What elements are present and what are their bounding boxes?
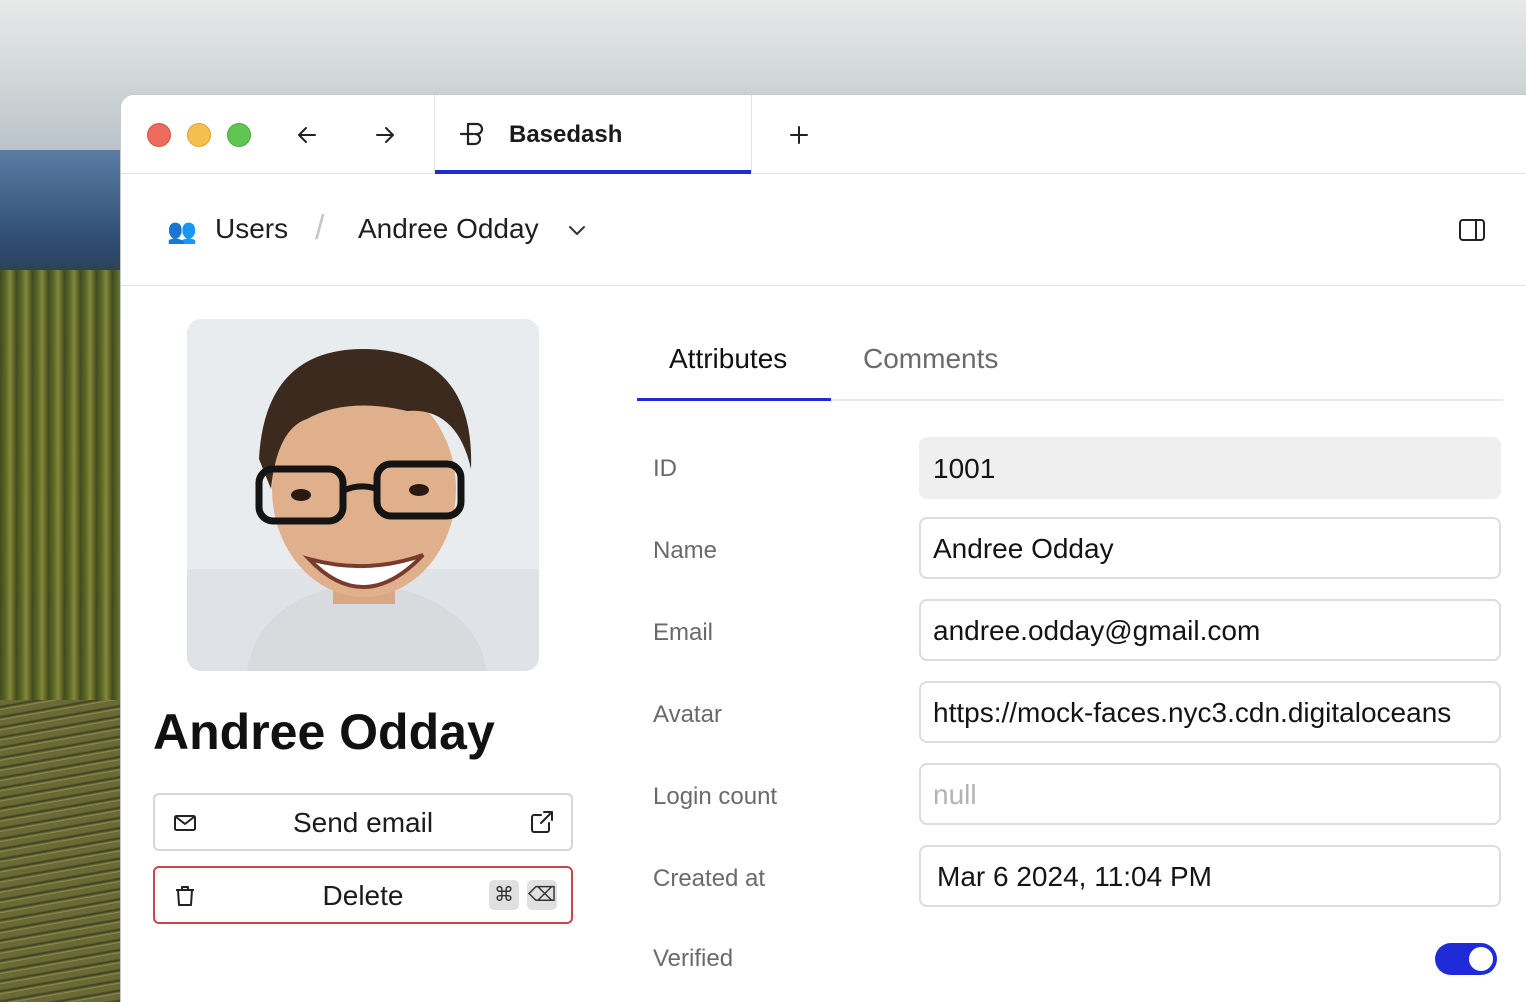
field-label-verified: Verified <box>653 945 734 972</box>
wallpaper-forest <box>0 270 130 720</box>
login-count-field[interactable]: null <box>919 763 1501 825</box>
record-panel-tabs: Attributes Comments <box>637 325 1503 401</box>
id-field: 1001 <box>919 437 1501 499</box>
forward-button[interactable] <box>369 119 401 151</box>
minimize-window-button[interactable] <box>187 123 211 147</box>
title-bar: Basedash <box>121 95 1526 174</box>
toggle-knob <box>1469 947 1493 971</box>
active-panel-tab-indicator <box>637 398 831 401</box>
field-label-email: Email <box>653 619 714 646</box>
arrow-left-icon <box>298 127 316 143</box>
close-window-button[interactable] <box>147 123 171 147</box>
backspace-key-icon: ⌫ <box>527 880 557 910</box>
created-at-field[interactable]: Mar 6 2024, 11:04 PM <box>919 845 1501 907</box>
field-label-avatar: Avatar <box>653 701 722 728</box>
app-window: Basedash 👥 Users / Andree Odday Andree O… <box>120 94 1526 1002</box>
chevron-down-icon[interactable] <box>565 221 589 241</box>
tab-basedash[interactable]: Basedash <box>434 95 752 174</box>
avatar <box>187 319 539 671</box>
tab-comments[interactable]: Comments <box>863 343 998 375</box>
new-tab-button[interactable] <box>783 119 815 151</box>
back-button[interactable] <box>291 119 323 151</box>
users-icon: 👥 <box>167 218 197 245</box>
send-email-label: Send email <box>292 807 434 838</box>
name-field[interactable]: Andree Odday <box>919 517 1501 579</box>
wallpaper-mountains <box>0 150 130 280</box>
email-field[interactable]: andree.odday@gmail.com <box>919 599 1501 661</box>
field-label-id: ID <box>653 455 677 482</box>
breadcrumb-current-record[interactable]: Andree Odday <box>358 213 539 245</box>
field-label-login-count: Login count <box>653 783 778 810</box>
basedash-logo-icon <box>459 122 484 146</box>
breadcrumb-separator: / <box>315 209 325 247</box>
avatar-url-field[interactable]: https://mock-faces.nyc3.cdn.digitalocean… <box>919 681 1501 743</box>
breadcrumb-users-link[interactable]: Users <box>215 213 288 245</box>
tab-title: Basedash <box>509 121 623 148</box>
active-tab-indicator <box>435 170 751 174</box>
toggle-sidebar-icon[interactable] <box>1457 217 1487 243</box>
maximize-window-button[interactable] <box>227 123 251 147</box>
field-label-created-at: Created at <box>653 865 766 892</box>
user-avatar-image <box>187 319 539 671</box>
arrow-right-icon <box>376 127 394 143</box>
send-email-button[interactable]: Send email <box>153 793 573 851</box>
record-title: Andree Odday <box>153 704 495 760</box>
external-link-icon <box>531 811 553 833</box>
breadcrumb: 👥 Users / Andree Odday <box>121 175 1526 286</box>
plus-icon <box>790 126 808 144</box>
field-label-name: Name <box>653 537 718 564</box>
command-key-icon: ⌘ <box>489 880 519 910</box>
tab-attributes[interactable]: Attributes <box>669 343 787 375</box>
verified-toggle[interactable] <box>1435 943 1497 975</box>
wallpaper-vineyard <box>0 700 130 1002</box>
delete-button[interactable]: Delete ⌘ ⌫ <box>153 866 573 924</box>
